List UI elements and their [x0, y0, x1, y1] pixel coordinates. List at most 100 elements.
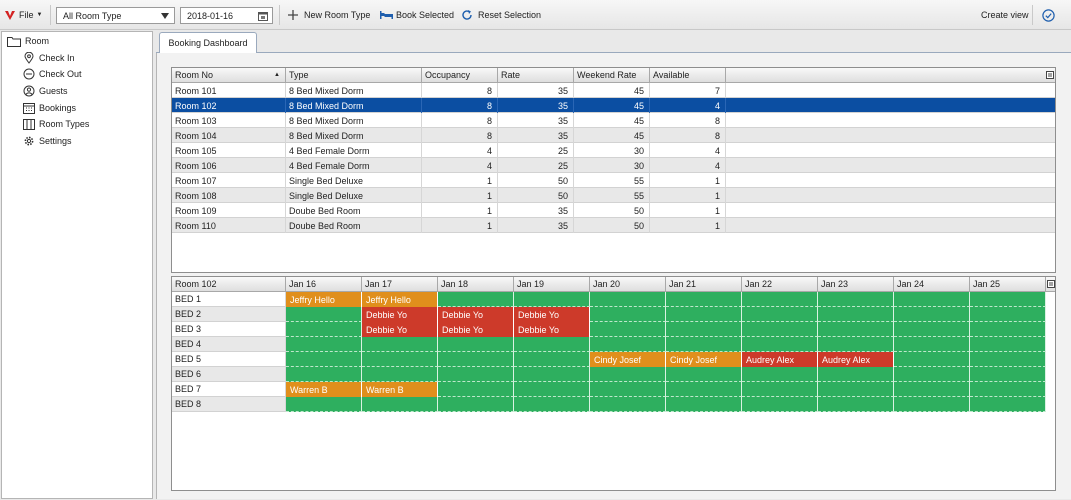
availability-cell[interactable]: [894, 382, 970, 397]
availability-cell[interactable]: [438, 397, 514, 412]
booking-block[interactable]: Jeffry Hello: [362, 292, 438, 307]
availability-cell[interactable]: [742, 367, 818, 382]
availability-cell[interactable]: [818, 307, 894, 322]
column-menu-icon[interactable]: [1046, 71, 1054, 79]
sidebar-item-settings[interactable]: Settings: [23, 133, 72, 149]
availability-cell[interactable]: [362, 352, 438, 367]
availability-cell[interactable]: [438, 382, 514, 397]
booking-block[interactable]: Debbie Yo: [362, 322, 438, 337]
availability-cell[interactable]: [666, 397, 742, 412]
column-header-available[interactable]: Available: [650, 68, 726, 83]
booking-block[interactable]: Cindy Josef: [590, 352, 666, 367]
file-menu[interactable]: File ▼: [4, 0, 42, 30]
sidebar-item-guests[interactable]: Guests: [23, 83, 68, 99]
availability-cell[interactable]: [590, 337, 666, 352]
availability-cell[interactable]: [514, 397, 590, 412]
availability-cell[interactable]: [894, 397, 970, 412]
table-row[interactable]: Room 107 Single Bed Deluxe 1 50 55 1: [172, 173, 1055, 188]
availability-cell[interactable]: [894, 322, 970, 337]
table-row[interactable]: Room 105 4 Bed Female Dorm 4 25 30 4: [172, 143, 1055, 158]
availability-cell[interactable]: [742, 292, 818, 307]
table-row-selected[interactable]: Room 102 8 Bed Mixed Dorm 8 35 45 4: [172, 98, 1055, 113]
availability-cell[interactable]: [818, 397, 894, 412]
booking-block[interactable]: Debbie Yo: [438, 322, 514, 337]
availability-cell[interactable]: [514, 352, 590, 367]
booking-block[interactable]: Debbie Yo: [438, 307, 514, 322]
availability-cell[interactable]: [666, 382, 742, 397]
table-row[interactable]: Room 101 8 Bed Mixed Dorm 8 35 45 7: [172, 83, 1055, 98]
availability-cell[interactable]: [362, 367, 438, 382]
sidebar-item-bookings[interactable]: Bookings: [23, 100, 76, 116]
date-picker[interactable]: 2018-01-16: [180, 7, 273, 24]
availability-cell[interactable]: [514, 337, 590, 352]
availability-cell[interactable]: [894, 307, 970, 322]
availability-cell[interactable]: [286, 307, 362, 322]
availability-cell[interactable]: [286, 352, 362, 367]
sidebar-item-room[interactable]: Room: [7, 33, 49, 49]
book-selected-button[interactable]: Book Selected: [380, 0, 454, 30]
availability-cell[interactable]: [894, 352, 970, 367]
availability-cell[interactable]: [742, 397, 818, 412]
availability-cell[interactable]: [970, 337, 1046, 352]
table-row[interactable]: Room 109 Doube Bed Room 1 35 50 1: [172, 203, 1055, 218]
availability-cell[interactable]: [818, 337, 894, 352]
availability-cell[interactable]: [438, 352, 514, 367]
booking-block[interactable]: Warren B: [286, 382, 362, 397]
availability-cell[interactable]: [286, 367, 362, 382]
sidebar-item-check-out[interactable]: Check Out: [23, 66, 82, 82]
availability-cell[interactable]: [590, 307, 666, 322]
availability-cell[interactable]: [970, 367, 1046, 382]
availability-cell[interactable]: [666, 367, 742, 382]
availability-cell[interactable]: [286, 322, 362, 337]
column-header-room-no[interactable]: Room No ▲: [172, 68, 286, 83]
booking-block[interactable]: Debbie Yo: [514, 307, 590, 322]
table-row[interactable]: Room 108 Single Bed Deluxe 1 50 55 1: [172, 188, 1055, 203]
availability-cell[interactable]: [362, 337, 438, 352]
availability-cell[interactable]: [818, 322, 894, 337]
booking-block[interactable]: Debbie Yo: [362, 307, 438, 322]
availability-cell[interactable]: [970, 352, 1046, 367]
availability-cell[interactable]: [894, 367, 970, 382]
room-type-select[interactable]: All Room Type: [56, 7, 175, 24]
availability-cell[interactable]: [362, 397, 438, 412]
availability-cell[interactable]: [742, 382, 818, 397]
availability-cell[interactable]: [438, 337, 514, 352]
calendar-icon[interactable]: [258, 11, 268, 21]
availability-cell[interactable]: [590, 382, 666, 397]
table-row[interactable]: Room 110 Doube Bed Room 1 35 50 1: [172, 218, 1055, 233]
column-header-occupancy[interactable]: Occupancy: [422, 68, 498, 83]
table-row[interactable]: Room 104 8 Bed Mixed Dorm 8 35 45 8: [172, 128, 1055, 143]
availability-cell[interactable]: [590, 397, 666, 412]
table-row[interactable]: Room 103 8 Bed Mixed Dorm 8 35 45 8: [172, 113, 1055, 128]
availability-cell[interactable]: [970, 307, 1046, 322]
availability-cell[interactable]: [514, 367, 590, 382]
column-header-weekend-rate[interactable]: Weekend Rate: [574, 68, 650, 83]
sidebar-item-room-types[interactable]: Room Types: [23, 116, 89, 132]
availability-cell[interactable]: [818, 292, 894, 307]
booking-block[interactable]: Cindy Josef: [666, 352, 742, 367]
availability-cell[interactable]: [590, 292, 666, 307]
column-menu-icon[interactable]: [1047, 280, 1055, 288]
availability-cell[interactable]: [590, 367, 666, 382]
column-header-type[interactable]: Type: [286, 68, 422, 83]
column-header-rate[interactable]: Rate: [498, 68, 574, 83]
availability-cell[interactable]: [514, 382, 590, 397]
availability-cell[interactable]: [818, 382, 894, 397]
availability-cell[interactable]: [666, 292, 742, 307]
availability-cell[interactable]: [894, 337, 970, 352]
availability-cell[interactable]: [742, 307, 818, 322]
reset-selection-button[interactable]: Reset Selection: [461, 0, 541, 30]
tab-booking-dashboard[interactable]: Booking Dashboard: [159, 32, 257, 53]
availability-cell[interactable]: [286, 337, 362, 352]
create-view-button[interactable]: Create view: [981, 0, 1029, 30]
availability-cell[interactable]: [666, 307, 742, 322]
availability-cell[interactable]: [666, 322, 742, 337]
availability-cell[interactable]: [514, 292, 590, 307]
sidebar-item-check-in[interactable]: Check In: [23, 50, 75, 66]
availability-cell[interactable]: [438, 367, 514, 382]
availability-cell[interactable]: [590, 322, 666, 337]
availability-cell[interactable]: [970, 322, 1046, 337]
booking-block[interactable]: Debbie Yo: [514, 322, 590, 337]
confirm-button[interactable]: [1042, 0, 1055, 30]
availability-cell[interactable]: [438, 292, 514, 307]
